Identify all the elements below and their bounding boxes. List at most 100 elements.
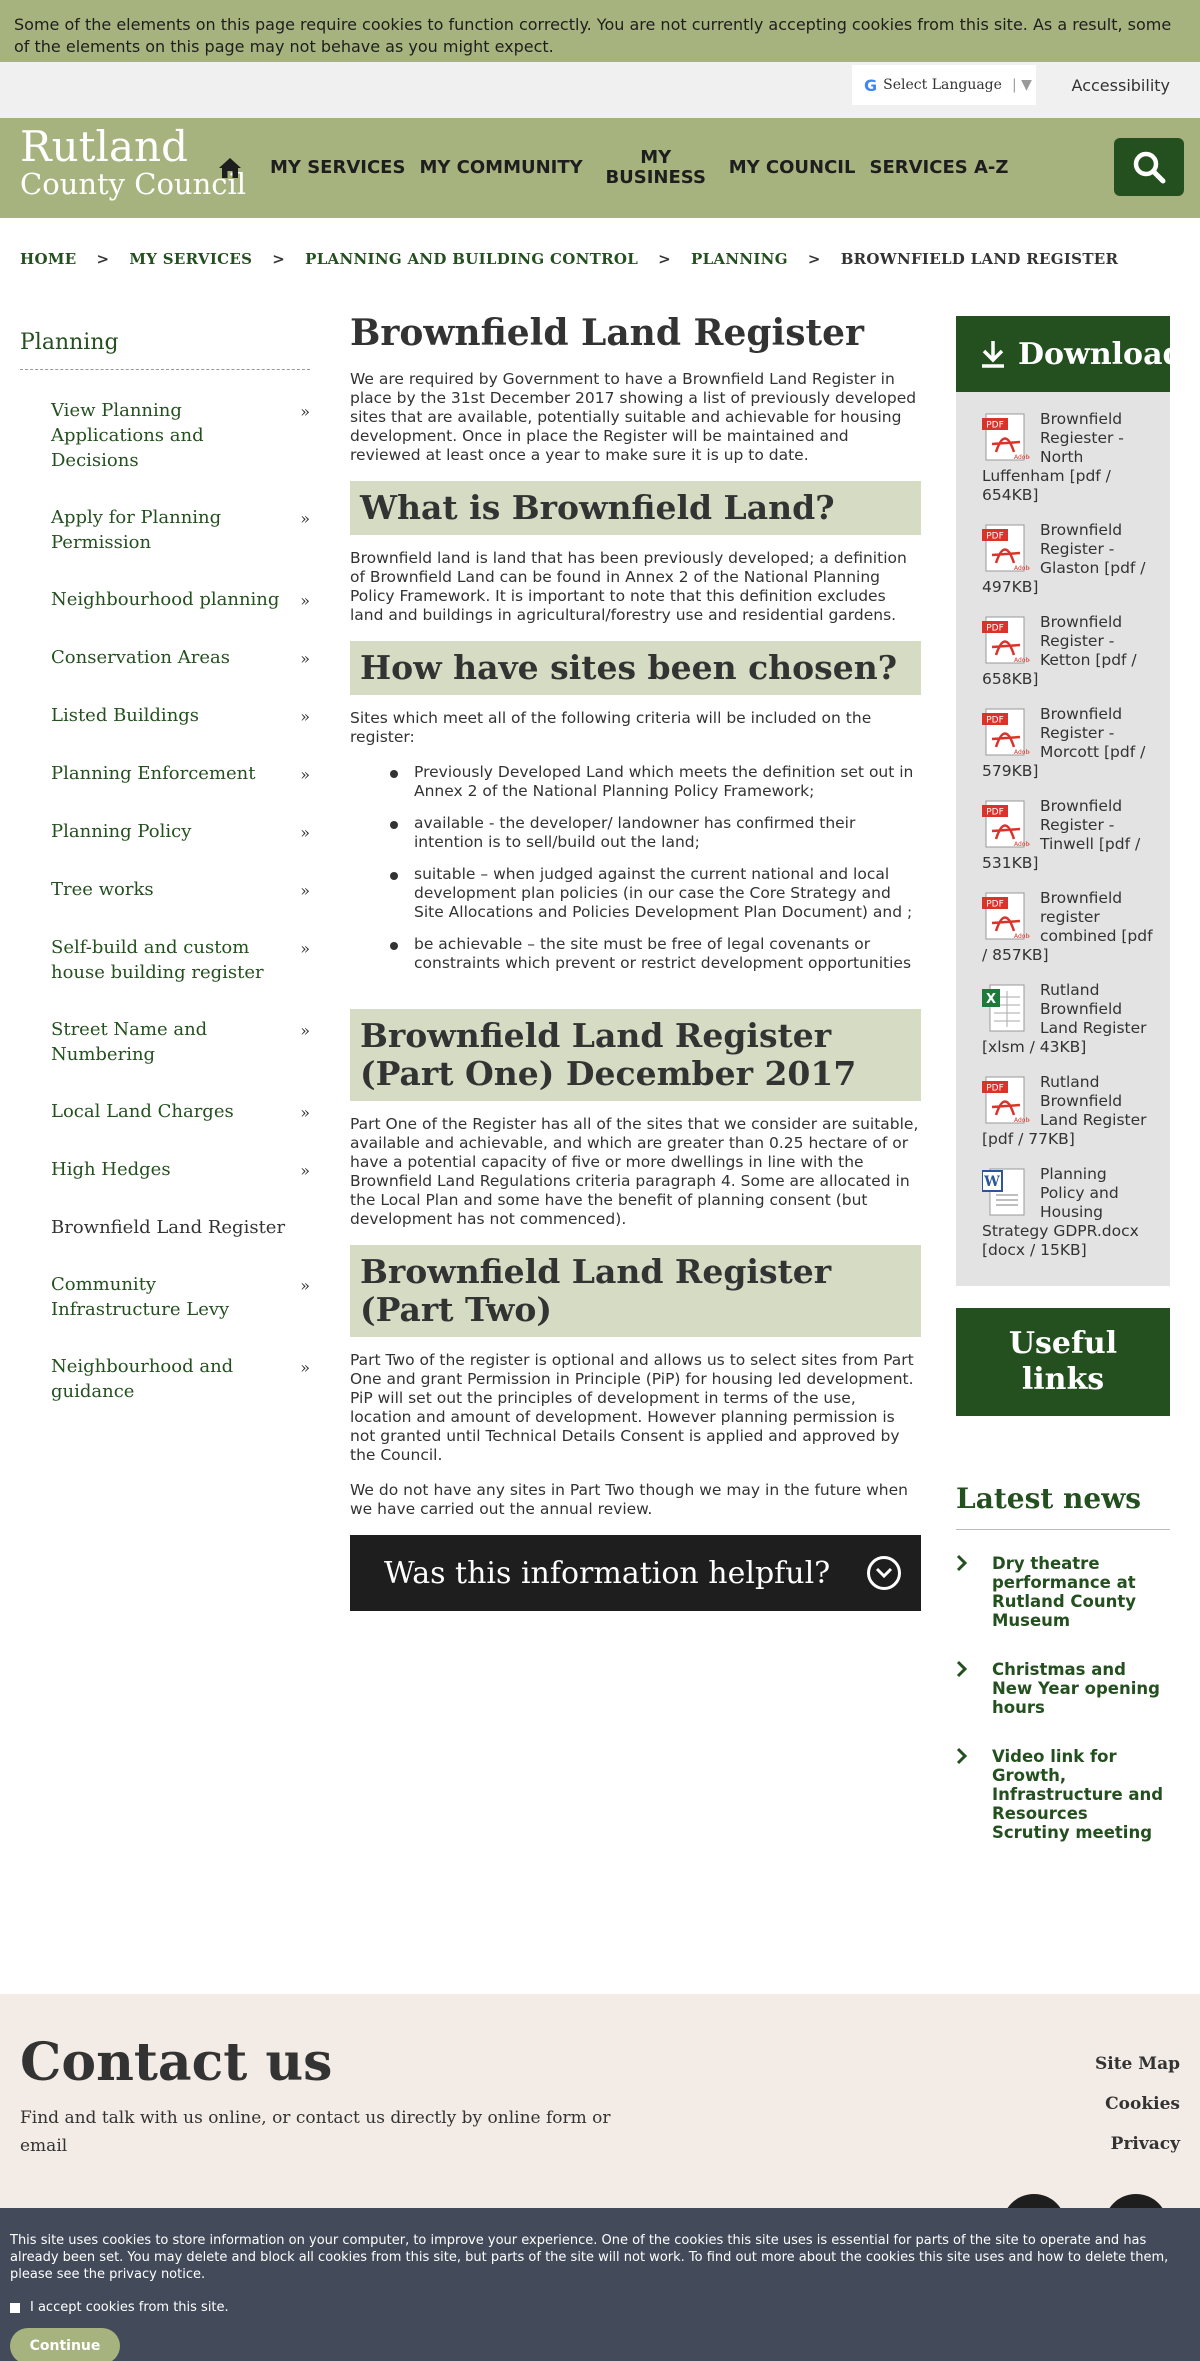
site-header: Rutland County Council MY SERVICES MY CO… bbox=[0, 118, 1200, 218]
main-nav: MY SERVICES MY COMMUNITY MY BUSINESS MY … bbox=[212, 118, 1022, 218]
double-chevron-icon: » bbox=[300, 765, 310, 784]
utility-bar: G Select Language | ▼ Accessibility bbox=[0, 62, 1200, 118]
download-panel: Download PDFAdobeBrownfield Regiester - … bbox=[956, 316, 1170, 1286]
sidebar-item-label: View Planning Applications and Decisions bbox=[51, 400, 204, 471]
download-list: PDFAdobeBrownfield Regiester - North Luf… bbox=[956, 392, 1170, 1286]
chevron-down-icon bbox=[867, 1556, 901, 1590]
sidebar-item[interactable]: Planning Enforcement » bbox=[20, 761, 310, 787]
download-item[interactable]: PDFAdobeBrownfield Register - Morcott [p… bbox=[982, 705, 1156, 781]
news-item[interactable]: Dry theatre performance at Rutland Count… bbox=[956, 1554, 1170, 1630]
svg-text:PDF: PDF bbox=[986, 421, 1004, 431]
list-item: be achievable – the site must be free of… bbox=[390, 935, 921, 973]
home-icon[interactable] bbox=[212, 150, 248, 186]
download-item[interactable]: W Planning Policy and Housing Strategy GD… bbox=[981, 1165, 1156, 1260]
language-select-label: Select Language bbox=[883, 77, 1002, 93]
list-item: suitable – when judged against the curre… bbox=[390, 865, 921, 922]
sidebar-title[interactable]: Planning bbox=[20, 330, 310, 370]
sidebar-item[interactable]: Local Land Charges » bbox=[20, 1099, 310, 1125]
cookie-consent-text: This site uses cookies to store informat… bbox=[10, 2233, 1169, 2282]
svg-text:Adobe: Adobe bbox=[1014, 933, 1030, 940]
svg-text:PDF: PDF bbox=[986, 808, 1004, 818]
section-heading-what: What is Brownfield Land? bbox=[350, 481, 921, 535]
nav-my-council[interactable]: MY COUNCIL bbox=[729, 158, 856, 178]
sidebar-item[interactable]: Listed Buildings » bbox=[20, 703, 310, 729]
sidebar-item[interactable]: Apply for Planning Permission » bbox=[20, 505, 310, 555]
footer-links: Site Map Cookies Privacy bbox=[1095, 2054, 1180, 2174]
sidebar-item-label: High Hedges bbox=[51, 1159, 171, 1180]
sidebar-item-label: Planning Enforcement bbox=[51, 763, 256, 784]
sidebar-item-label: Conservation Areas bbox=[51, 647, 230, 668]
sidebar-item-label: Brownfield Land Register bbox=[51, 1217, 286, 1238]
how-paragraph: Sites which meet all of the following cr… bbox=[350, 709, 872, 746]
download-item[interactable]: PDFAdobeBrownfield Register - Tinwell [p… bbox=[982, 797, 1156, 873]
sidebar-item-label: Tree works bbox=[51, 879, 154, 900]
download-item[interactable]: PDFAdobeBrownfield Register - Ketton [pd… bbox=[982, 613, 1156, 689]
download-icon bbox=[982, 341, 1004, 368]
download-item[interactable]: PDFAdobeRutland Brownfield Land Register… bbox=[982, 1073, 1156, 1149]
cookie-warning-banner: Some of the elements on this page requir… bbox=[0, 0, 1200, 62]
part-two-paragraph: Part Two of the register is optional and… bbox=[350, 1351, 914, 1464]
sidebar-item[interactable]: View Planning Applications and Decisions… bbox=[20, 398, 310, 473]
sidebar-item-label: Listed Buildings bbox=[51, 705, 200, 726]
sidebar-item[interactable]: Conservation Areas » bbox=[20, 645, 310, 671]
language-select[interactable]: G Select Language | ▼ bbox=[852, 65, 1036, 105]
feedback-accordion[interactable]: Was this information helpful? bbox=[350, 1535, 921, 1611]
svg-text:PDF: PDF bbox=[986, 624, 1004, 634]
footer-link-cookies[interactable]: Cookies bbox=[1095, 2094, 1180, 2114]
breadcrumb: HOME > MY SERVICES > PLANNING AND BUILDI… bbox=[20, 250, 1118, 268]
feedback-label: Was this information helpful? bbox=[384, 1555, 831, 1591]
excel-file-icon: X bbox=[982, 983, 1030, 1033]
double-chevron-icon: » bbox=[300, 881, 310, 900]
double-chevron-icon: » bbox=[300, 1021, 310, 1040]
pdf-file-icon: PDF Adobe bbox=[982, 412, 1033, 462]
sidebar-item[interactable]: Community Infrastructure Levy » bbox=[20, 1272, 310, 1322]
search-button[interactable] bbox=[1114, 138, 1184, 196]
accept-cookies-label: I accept cookies from this site. bbox=[30, 2300, 229, 2315]
sidebar-item[interactable]: Street Name and Numbering » bbox=[20, 1017, 310, 1067]
pdf-file-icon: PDF Adobe bbox=[982, 707, 1033, 757]
sidebar-item-label: Apply for Planning Permission bbox=[51, 507, 222, 553]
contact-title: Contact us bbox=[20, 2032, 333, 2093]
sidebar-item[interactable]: High Hedges » bbox=[20, 1157, 310, 1183]
continue-button[interactable]: Continue bbox=[10, 2328, 120, 2361]
sidebar-item[interactable]: Self-build and custom house building reg… bbox=[20, 935, 310, 985]
sidebar-item[interactable]: Neighbourhood and guidance » bbox=[20, 1354, 310, 1404]
double-chevron-icon: » bbox=[300, 402, 310, 421]
breadcrumb-home[interactable]: HOME bbox=[20, 250, 76, 268]
criteria-list: Previously Developed Land which meets th… bbox=[350, 763, 921, 973]
breadcrumb-planning[interactable]: PLANNING bbox=[691, 250, 788, 268]
download-item[interactable]: PDFAdobeBrownfield register combined [pd… bbox=[982, 889, 1156, 965]
sidebar-item[interactable]: Tree works » bbox=[20, 877, 310, 903]
news-item[interactable]: Christmas and New Year opening hours bbox=[956, 1660, 1170, 1717]
accessibility-link[interactable]: Accessibility bbox=[1072, 76, 1170, 95]
dropdown-caret-icon: | ▼ bbox=[1011, 77, 1032, 93]
breadcrumb-separator: > bbox=[272, 250, 286, 268]
download-item[interactable]: X Rutland Brownfield Land Register [xlsm … bbox=[982, 981, 1156, 1057]
breadcrumb-planning-building-control[interactable]: PLANNING AND BUILDING CONTROL bbox=[305, 250, 638, 268]
right-column: Download PDFAdobeBrownfield Regiester - … bbox=[956, 316, 1170, 1872]
download-item[interactable]: PDFAdobeBrownfield Regiester - North Luf… bbox=[982, 410, 1156, 505]
part-two-note: We do not have any sites in Part Two tho… bbox=[350, 1481, 908, 1518]
pdf-file-icon: PDF Adobe bbox=[982, 615, 1033, 665]
news-item[interactable]: Video link for Growth, Infrastructure an… bbox=[956, 1747, 1170, 1842]
pdf-file-icon: PDF Adobe bbox=[982, 891, 1033, 941]
footer-link-site-map[interactable]: Site Map bbox=[1095, 2054, 1180, 2074]
sidebar-item[interactable]: Planning Policy » bbox=[20, 819, 310, 845]
double-chevron-icon: » bbox=[300, 591, 310, 610]
nav-my-services[interactable]: MY SERVICES bbox=[270, 158, 405, 178]
svg-text:Adobe: Adobe bbox=[1014, 841, 1030, 848]
breadcrumb-my-services[interactable]: MY SERVICES bbox=[129, 250, 252, 268]
double-chevron-icon: » bbox=[300, 509, 310, 528]
google-icon: G bbox=[864, 75, 878, 95]
nav-services-a-z[interactable]: SERVICES A-Z bbox=[869, 158, 1008, 178]
nav-my-community[interactable]: MY COMMUNITY bbox=[419, 158, 582, 178]
footer-link-privacy[interactable]: Privacy bbox=[1095, 2134, 1180, 2154]
nav-my-business[interactable]: MY BUSINESS bbox=[597, 148, 715, 188]
useful-links-button[interactable]: Useful links bbox=[956, 1308, 1170, 1416]
sidebar-item[interactable]: Neighbourhood planning » bbox=[20, 587, 310, 613]
download-item[interactable]: PDFAdobeBrownfield Register - Glaston [p… bbox=[982, 521, 1156, 597]
breadcrumb-separator: > bbox=[658, 250, 671, 268]
accept-cookies-checkbox[interactable] bbox=[10, 2302, 20, 2313]
double-chevron-icon: » bbox=[300, 1358, 310, 1377]
double-chevron-icon: » bbox=[300, 707, 310, 726]
